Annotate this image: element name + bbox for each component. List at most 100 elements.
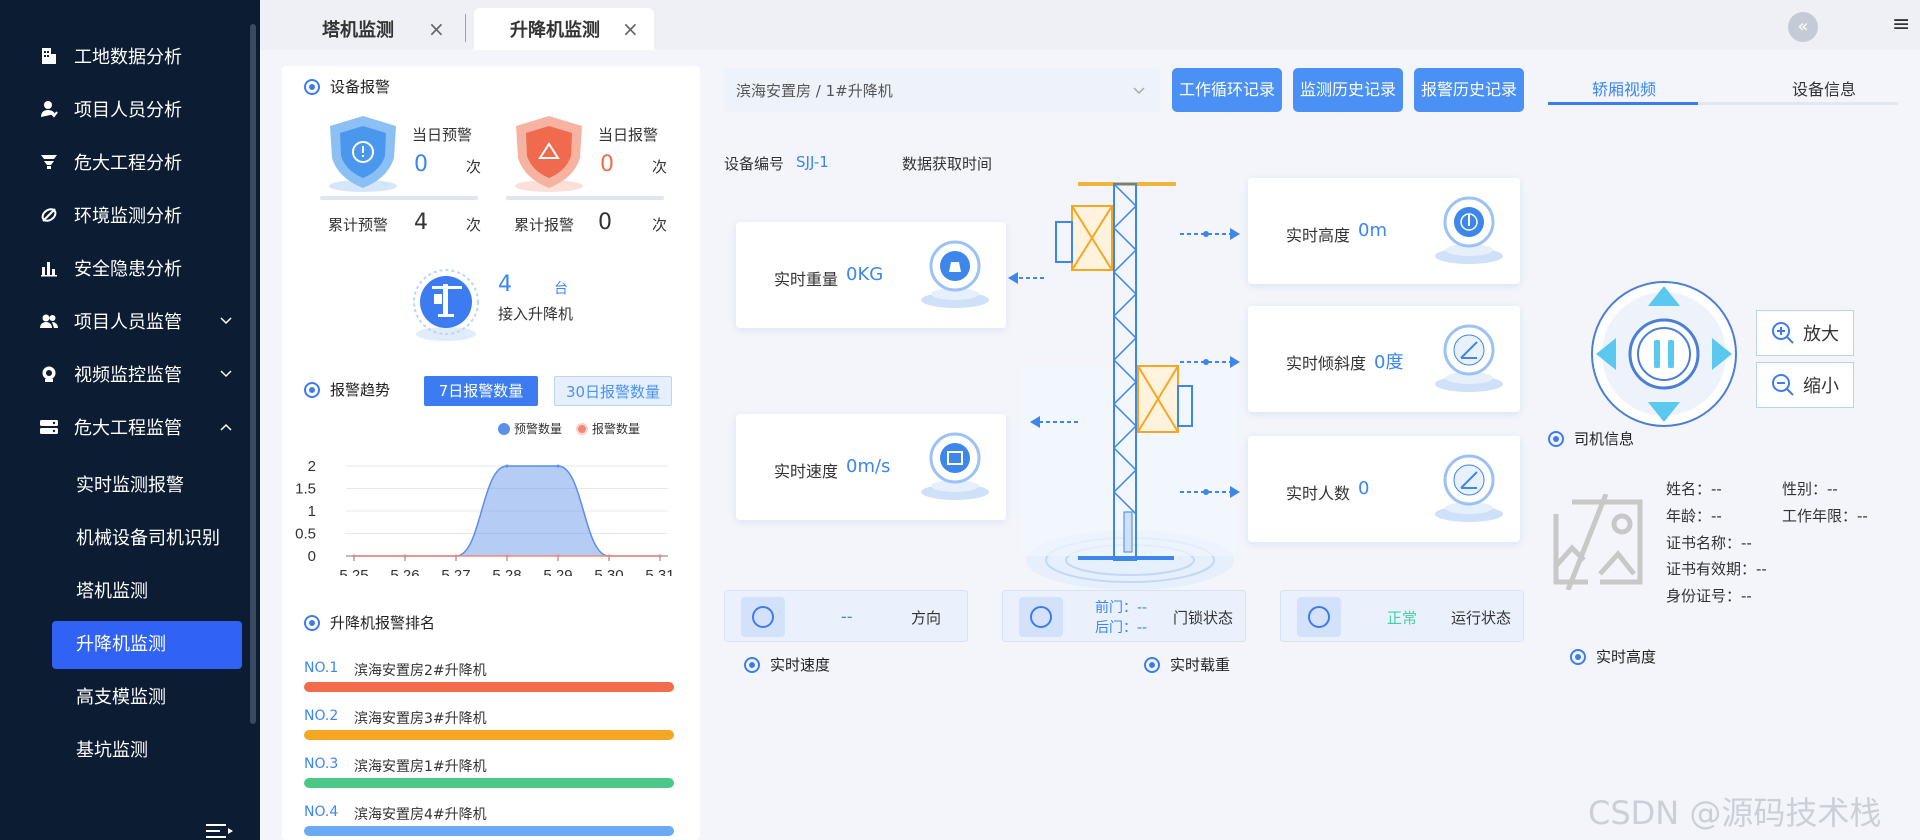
close-icon[interactable]: × bbox=[428, 17, 445, 41]
sidebar-sub-elevator[interactable]: 升降机监测 bbox=[52, 621, 242, 669]
sidebar-sub-formwork[interactable]: 高支模监测 bbox=[52, 674, 242, 722]
x-tick-label: 5.31 bbox=[645, 567, 674, 576]
zoom-out-button[interactable]: 缩小 bbox=[1756, 362, 1854, 408]
total-alarm-label: 累计报警 bbox=[514, 216, 575, 234]
legend-swatch-warning bbox=[498, 422, 510, 435]
sidebar-sub-foundation-pit[interactable]: 基坑监测 bbox=[52, 727, 242, 775]
speed-label: 实时速度 bbox=[774, 462, 839, 481]
zoom-in-icon bbox=[1772, 322, 1794, 344]
sidebar-item-hazard-supervision[interactable]: 危大工程监管 bbox=[38, 407, 238, 447]
run-status-value: 正常 bbox=[1387, 609, 1418, 627]
sidebar-item-hazard-analysis[interactable]: 危大工程分析 bbox=[38, 142, 182, 182]
sidebar-sub-realtime-alarm[interactable]: 实时监测报警 bbox=[52, 462, 242, 510]
sidebar-item-safety-analysis[interactable]: 安全隐患分析 bbox=[38, 248, 182, 288]
y-tick-label: 0.5 bbox=[295, 526, 316, 543]
camera-icon bbox=[38, 363, 60, 385]
zoom-in-button[interactable]: 放大 bbox=[1756, 310, 1854, 356]
unit-label: 次 bbox=[466, 216, 482, 234]
avatar-placeholder-icon bbox=[1553, 494, 1643, 590]
tab-elevator[interactable]: 升降机监测 × bbox=[474, 8, 654, 50]
direction-value: -- bbox=[841, 607, 853, 626]
height-gauge-icon bbox=[1435, 196, 1503, 264]
target-icon bbox=[304, 78, 320, 95]
people-gauge-icon bbox=[1435, 454, 1503, 522]
sidebar-item-environment-analysis[interactable]: 环境监测分析 bbox=[38, 195, 182, 235]
sidebar-scrollbar[interactable] bbox=[250, 24, 256, 724]
sidebar-item-video-supervision[interactable]: 视频监控监管 bbox=[38, 354, 238, 394]
tab-cabin-video[interactable]: 轿厢视频 bbox=[1592, 76, 1656, 100]
driver-id-no: 身份证号：-- bbox=[1666, 587, 1752, 605]
ranking-row: NO.3 滨海安置房1#升降机 bbox=[304, 756, 674, 790]
alarm-history-button[interactable]: 报警历史记录 bbox=[1414, 68, 1524, 112]
sidebar-item-label: 危大工程监管 bbox=[74, 418, 182, 439]
sidebar-sub-tower-crane[interactable]: 塔机监测 bbox=[52, 568, 242, 616]
today-alarm-value: 0 bbox=[600, 152, 614, 177]
sidebar-item-label: 环境监测分析 bbox=[74, 206, 182, 227]
bar-chart-icon bbox=[38, 257, 60, 279]
section-title: 报警趋势 bbox=[330, 381, 391, 399]
ranking-name: 滨海安置房4#升降机 bbox=[354, 807, 487, 823]
people-card: 实时人数 0 bbox=[1248, 436, 1520, 542]
tab-tower-crane[interactable]: 塔机监测 × bbox=[322, 8, 482, 50]
weight-gauge-icon bbox=[921, 240, 989, 308]
ranking-name: 滨海安置房2#升降机 bbox=[354, 663, 487, 679]
series-point-0 bbox=[556, 464, 560, 468]
section-title: 实时速度 bbox=[770, 656, 831, 674]
x-tick-label: 5.29 bbox=[543, 567, 572, 576]
zoom-out-label: 缩小 bbox=[1803, 376, 1839, 397]
people-value: 0 bbox=[1358, 478, 1370, 499]
back-door-value: 后门：-- bbox=[1095, 620, 1148, 636]
total-warning-value: 4 bbox=[414, 210, 428, 235]
run-status: 正常 运行状态 bbox=[1280, 590, 1524, 642]
run-status-label: 运行状态 bbox=[1451, 609, 1512, 627]
section-title: 设备报警 bbox=[330, 78, 391, 96]
close-icon[interactable]: × bbox=[622, 17, 639, 41]
sidebar-item-label: 视频监控监管 bbox=[74, 365, 182, 386]
sidebar-sub-driver-recognition[interactable]: 机械设备司机识别 bbox=[52, 515, 242, 563]
driver-gender: 性别：-- bbox=[1782, 480, 1838, 498]
chart-legend: 预警数量 报警数量 bbox=[498, 420, 640, 437]
tilt-label: 实时倾斜度 bbox=[1286, 354, 1367, 373]
collapse-tabs-button[interactable]: « bbox=[1788, 12, 1818, 42]
ranking-bar bbox=[304, 778, 674, 788]
target-icon bbox=[1570, 648, 1586, 665]
work-cycle-record-button[interactable]: 工作循环记录 bbox=[1172, 68, 1282, 112]
legend-label: 预警数量 bbox=[514, 422, 563, 436]
sidebar-item-personnel-analysis[interactable]: 项目人员分析 bbox=[38, 89, 182, 129]
unit-label: 次 bbox=[466, 158, 482, 176]
ptz-control[interactable] bbox=[1590, 280, 1738, 428]
sidebar-item-personnel-supervision[interactable]: 项目人员监管 bbox=[38, 301, 238, 341]
sidebar: 工地数据分析 项目人员分析 危大工程分析 环境监测分析 安全隐患分析 项目人员监… bbox=[0, 0, 260, 840]
sidebar-item-label: 危大工程分析 bbox=[74, 153, 182, 174]
target-icon bbox=[1548, 430, 1564, 447]
tab-device-info[interactable]: 设备信息 bbox=[1792, 76, 1856, 100]
height-card: 实时高度 0m bbox=[1248, 178, 1520, 284]
device-select[interactable]: 滨海安置房 / 1#升降机 bbox=[724, 68, 1160, 112]
sidebar-item-site-data[interactable]: 工地数据分析 bbox=[38, 36, 182, 76]
front-door-value: 前门：-- bbox=[1095, 600, 1148, 616]
btn-30day-alarms[interactable]: 30日报警数量 bbox=[554, 376, 672, 406]
series-point-1 bbox=[658, 554, 662, 558]
ranking-rank: NO.1 bbox=[304, 660, 339, 676]
section-title: 实时载重 bbox=[1170, 656, 1231, 674]
btn-7day-alarms[interactable]: 7日报警数量 bbox=[424, 376, 538, 406]
connected-count-label: 接入升降机 bbox=[498, 305, 574, 323]
ranking-rank: NO.4 bbox=[304, 804, 339, 820]
collapse-menu-icon[interactable] bbox=[206, 822, 234, 840]
ranking-name: 滨海安置房1#升降机 bbox=[354, 759, 487, 775]
speed-gauge-icon bbox=[921, 432, 989, 500]
people-label: 实时人数 bbox=[1286, 484, 1351, 503]
monitor-history-button[interactable]: 监测历史记录 bbox=[1293, 68, 1403, 112]
series-point-1 bbox=[454, 554, 458, 558]
door-lock-label: 门锁状态 bbox=[1173, 609, 1234, 627]
connector-arrows bbox=[1180, 228, 1240, 498]
server-icon bbox=[38, 416, 60, 438]
section-alarm-trend: 报警趋势 bbox=[304, 379, 390, 400]
menu-icon[interactable]: ≡ bbox=[1892, 12, 1910, 37]
fetch-time-label: 数据获取时间 bbox=[902, 155, 993, 173]
ranking-row: NO.2 滨海安置房3#升降机 bbox=[304, 708, 674, 742]
x-tick-label: 5.28 bbox=[492, 567, 521, 576]
series-point-1 bbox=[556, 554, 560, 558]
y-tick-label: 2 bbox=[308, 458, 316, 475]
tilt-card: 实时倾斜度 0度 bbox=[1248, 306, 1520, 412]
